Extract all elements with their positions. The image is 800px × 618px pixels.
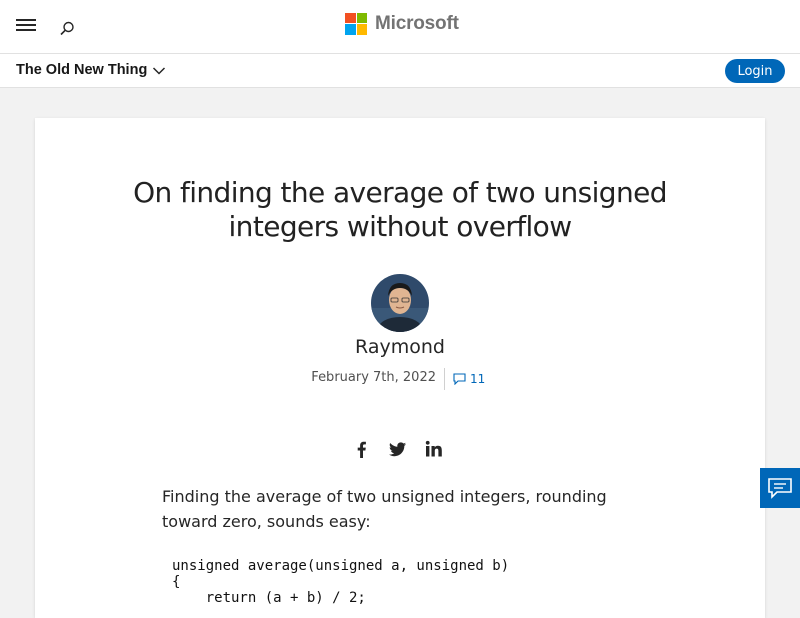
code-line: return (a + b) / 2;	[172, 590, 366, 606]
feedback-icon	[768, 478, 792, 499]
login-button[interactable]: Login	[725, 59, 785, 83]
microsoft-wordmark: Microsoft	[375, 12, 459, 34]
site-header: Microsoft	[0, 0, 800, 54]
search-icon[interactable]	[57, 19, 77, 39]
feedback-button[interactable]	[760, 468, 800, 508]
article-intro: Finding the average of two unsigned inte…	[162, 487, 607, 531]
facebook-icon[interactable]	[353, 440, 371, 458]
article-meta: February 7th, 2022 11	[35, 368, 765, 390]
code-block: unsigned average(unsigned a, unsigned b)…	[172, 558, 509, 606]
comment-count: 11	[470, 372, 486, 386]
author-photo	[371, 274, 429, 332]
comment-icon	[453, 373, 466, 385]
microsoft-logo[interactable]: Microsoft	[345, 12, 459, 35]
linkedin-icon[interactable]	[425, 440, 443, 458]
code-line: {	[172, 574, 181, 590]
microsoft-logo-icon	[345, 12, 367, 35]
author-avatar[interactable]	[371, 274, 429, 332]
post-date: February 7th, 2022	[311, 370, 436, 385]
twitter-icon[interactable]	[389, 440, 407, 458]
code-line: unsigned average(unsigned a, unsigned b)	[172, 558, 510, 574]
article-card: On finding the average of two unsigned i…	[35, 118, 765, 618]
article-title: On finding the average of two unsigned i…	[133, 176, 667, 243]
blog-name-link[interactable]: The Old New Thing	[16, 62, 147, 78]
author-name[interactable]: Raymond	[35, 336, 765, 358]
comments-link[interactable]: 11	[453, 372, 485, 386]
blog-navigation-bar: The Old New Thing Login	[0, 54, 800, 88]
meta-divider	[444, 368, 445, 390]
chevron-down-icon[interactable]	[152, 66, 166, 76]
share-buttons	[353, 440, 443, 458]
hamburger-icon[interactable]	[16, 18, 36, 32]
